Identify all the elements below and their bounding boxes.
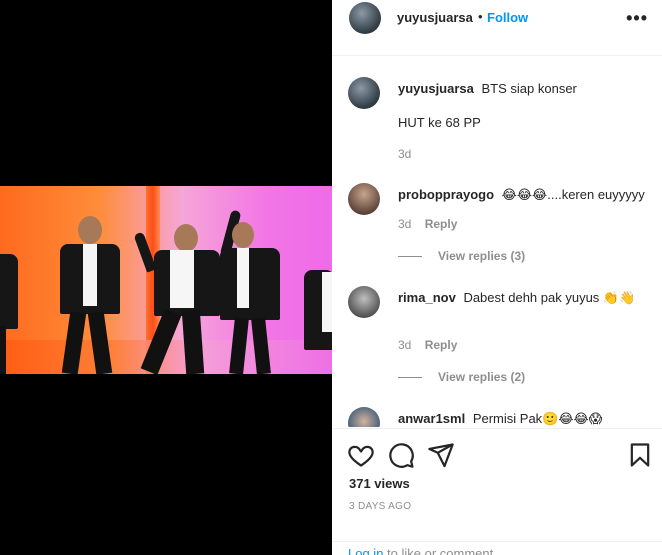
- login-prompt: Log in to like or comment.: [332, 541, 662, 555]
- view-replies-button[interactable]: View replies (2): [398, 370, 525, 384]
- comment-time: 3d: [398, 147, 412, 161]
- avatar[interactable]: [348, 286, 380, 318]
- comment-list[interactable]: yuyusjuarsa BTS siap konser HUT ke 68 PP…: [332, 57, 662, 427]
- comment-time: 3d: [398, 217, 412, 231]
- avatar[interactable]: [348, 183, 380, 215]
- divider: [398, 256, 422, 258]
- comment-time: 3d: [398, 338, 412, 352]
- follow-button[interactable]: Follow: [487, 10, 528, 25]
- author-username[interactable]: yuyusjuarsa: [397, 10, 473, 25]
- comment-username[interactable]: probopprayogo: [398, 187, 494, 202]
- post-media[interactable]: [0, 0, 332, 555]
- comment-text: Permisi Pak🙂😂😂😱: [472, 411, 603, 426]
- post-panel: yuyusjuarsa • Follow ••• yuyusjuarsa BTS…: [332, 0, 662, 555]
- comment-icon[interactable]: [387, 441, 415, 469]
- comment-username[interactable]: anwar1sml: [398, 411, 465, 426]
- bookmark-icon[interactable]: [626, 441, 654, 469]
- comment-text: BTS siap konser: [481, 81, 577, 96]
- view-replies-label: View replies (3): [438, 249, 526, 263]
- avatar[interactable]: [349, 2, 381, 34]
- separator-dot: •: [478, 9, 483, 24]
- heart-icon[interactable]: [347, 441, 375, 469]
- dancer-far-left: [0, 244, 22, 374]
- avatar[interactable]: [348, 77, 380, 109]
- avatar[interactable]: [348, 407, 380, 427]
- dancer-3: [220, 222, 290, 374]
- view-replies-button[interactable]: View replies (3): [398, 249, 525, 263]
- action-bar: 371 views 3 DAYS AGO Log in to like or c…: [332, 428, 662, 555]
- comment-username[interactable]: yuyusjuarsa: [398, 81, 474, 96]
- post-timestamp: 3 DAYS AGO: [349, 501, 412, 512]
- login-link[interactable]: Log in: [348, 546, 383, 555]
- caption-line-2: HUT ke 68 PP: [398, 115, 481, 130]
- more-horizontal-icon[interactable]: •••: [626, 8, 648, 29]
- reply-button[interactable]: Reply: [425, 217, 458, 231]
- reply-button[interactable]: Reply: [425, 338, 458, 352]
- divider: [398, 377, 422, 379]
- share-icon[interactable]: [427, 441, 455, 469]
- comment-username[interactable]: rima_nov: [398, 290, 456, 305]
- comment-text: Dabest dehh pak yuyus 👏👋: [463, 290, 636, 305]
- comment-text: 😂😂😂....keren euyyyyy: [501, 187, 645, 202]
- dancer-far-right: [304, 270, 332, 374]
- view-replies-label: View replies (2): [438, 370, 526, 384]
- views-count[interactable]: 371 views: [349, 476, 410, 491]
- post-header: yuyusjuarsa • Follow •••: [332, 0, 662, 56]
- login-text: to like or comment.: [383, 546, 497, 555]
- dancer-1: [52, 216, 127, 374]
- video-frame[interactable]: [0, 186, 332, 374]
